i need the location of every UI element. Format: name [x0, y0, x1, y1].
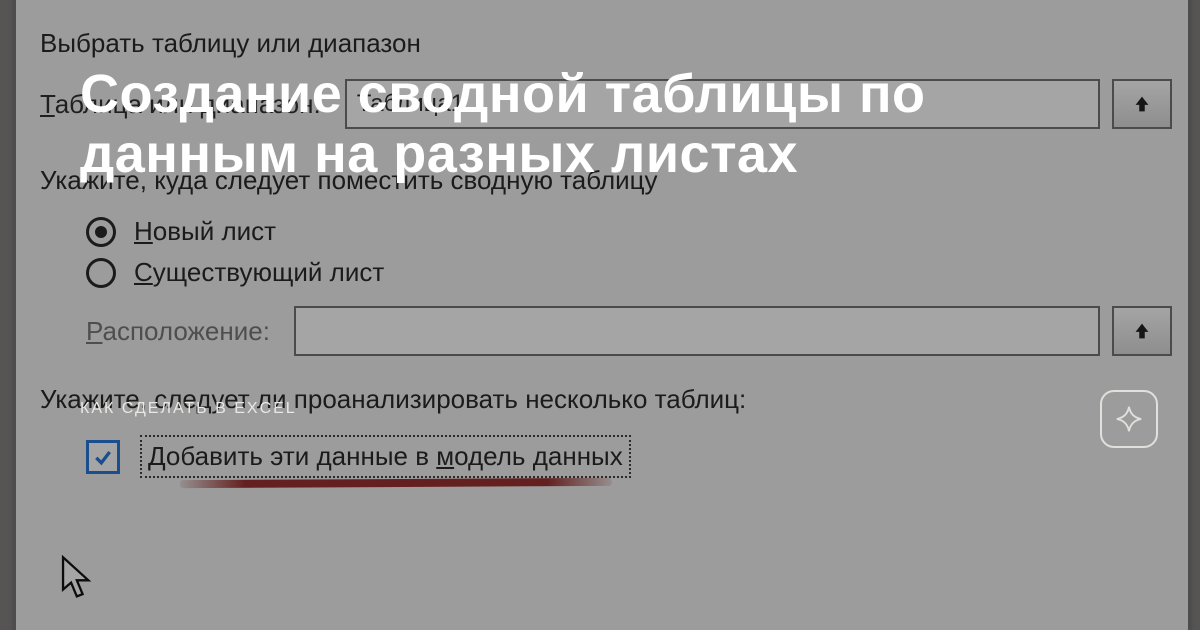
article-headline: Создание сводной таблицы по данным на ра… — [80, 64, 1140, 185]
sparkle-icon — [1114, 404, 1144, 434]
article-source: КАК СДЕЛАТЬ В EXCEL — [80, 400, 297, 418]
platform-badge — [1100, 390, 1158, 448]
stage: Выбрать таблицу или диапазон Таблица или… — [0, 0, 1200, 630]
